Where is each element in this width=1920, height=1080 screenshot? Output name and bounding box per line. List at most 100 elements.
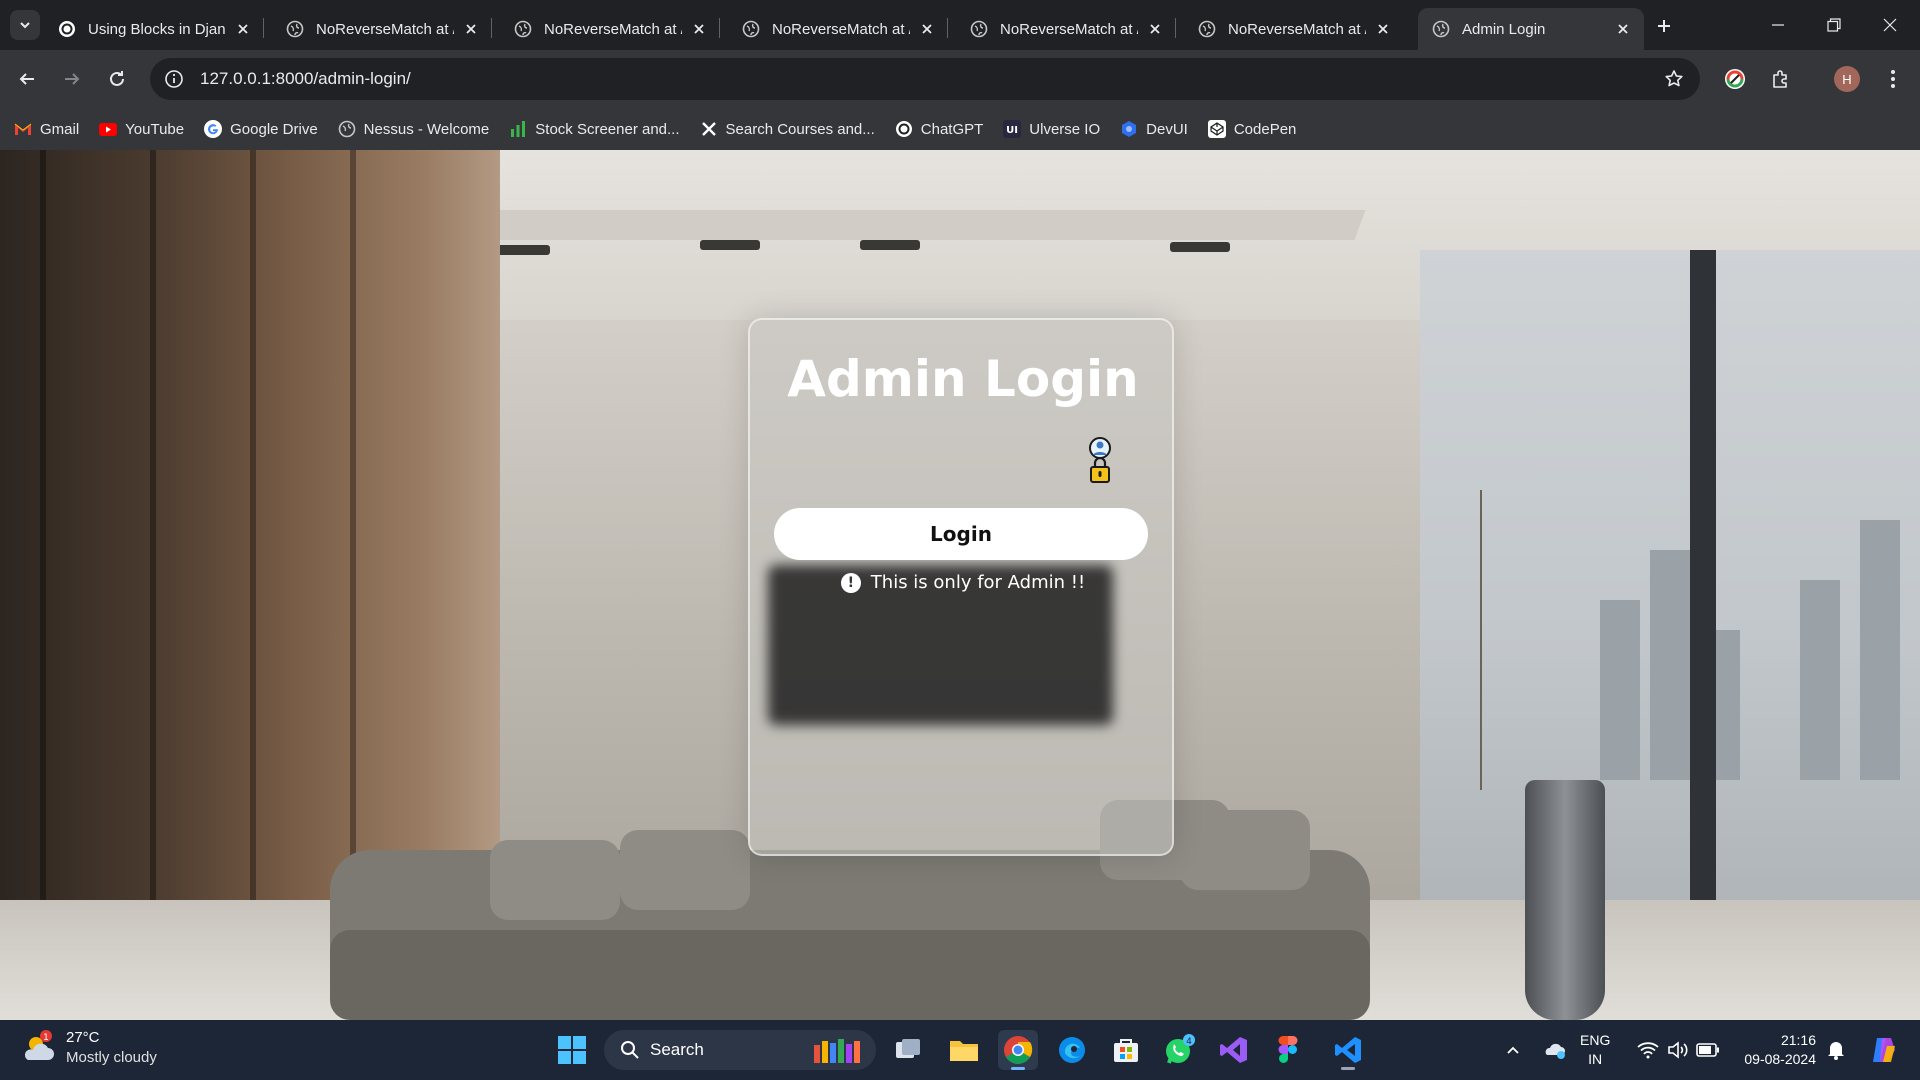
tab-noreversematch-2[interactable]: NoReverseMatch at / [500, 8, 720, 50]
chrome-icon [1004, 1036, 1033, 1064]
bookmark-stock-screener[interactable]: Stock Screener and... [509, 114, 680, 144]
taskbar-task-view[interactable] [888, 1030, 928, 1070]
taskbar-vscode[interactable] [1328, 1030, 1368, 1070]
copilot-button[interactable] [1864, 1020, 1904, 1080]
login-button[interactable]: Login [774, 508, 1148, 560]
start-button[interactable] [556, 1034, 588, 1066]
search-label: Search [650, 1040, 704, 1059]
task-view-icon [896, 1039, 920, 1058]
arrow-right-icon [65, 73, 80, 85]
wifi-icon [1637, 1042, 1659, 1059]
tab-noreversematch-5[interactable]: NoReverseMatch at / [1184, 8, 1404, 50]
taskbar-whatsapp[interactable]: 4 [1160, 1030, 1200, 1070]
address-bar[interactable]: 127.0.0.1:8000/admin-login/ [150, 58, 1700, 100]
globe-icon [970, 20, 988, 38]
close-window-button[interactable] [1862, 0, 1918, 50]
visual-studio-icon [1220, 1037, 1247, 1063]
taskbar-file-explorer[interactable] [944, 1030, 984, 1070]
bookmark-star-icon[interactable] [1664, 69, 1684, 89]
close-icon[interactable] [1614, 20, 1632, 38]
bookmark-codepen[interactable]: CodePen [1207, 114, 1296, 144]
close-icon[interactable] [918, 20, 936, 38]
reload-button[interactable] [101, 63, 133, 95]
gmail-icon [14, 120, 32, 138]
chart-bars-icon [509, 120, 527, 138]
volume-icon [1668, 1041, 1688, 1059]
taskbar-figma[interactable] [1268, 1030, 1308, 1070]
bookmark-nessus[interactable]: Nessus - Welcome [338, 114, 490, 144]
close-icon[interactable] [690, 20, 708, 38]
onedrive-status[interactable] [1540, 1020, 1570, 1080]
extensions-puzzle-icon[interactable] [1766, 64, 1796, 94]
temperature: 27°C [66, 1029, 100, 1046]
close-icon[interactable] [1374, 20, 1392, 38]
cloud-sync-icon [1545, 1043, 1565, 1059]
bookmark-label: Gmail [40, 120, 80, 138]
search-icon [621, 1041, 639, 1059]
url-text[interactable]: 127.0.0.1:8000/admin-login/ [200, 69, 411, 89]
globe-icon [514, 20, 532, 38]
arrow-left-icon [19, 73, 34, 85]
battery-icon [1696, 1043, 1719, 1057]
bookmark-google-drive[interactable]: Google Drive [204, 114, 318, 144]
weather-condition: Mostly cloudy [66, 1049, 157, 1066]
tab-strip: Using Blocks in Django NoReverseMatch at… [0, 0, 1920, 50]
windows-taskbar: 1 27°C Mostly cloudy Search 4 ENG IN 21:… [0, 1020, 1920, 1080]
bookmarks-bar: Gmail YouTube Google Drive Nessus - Welc… [0, 108, 1920, 150]
bookmark-label: Nessus - Welcome [363, 120, 490, 138]
bookmark-gmail[interactable]: Gmail [14, 114, 79, 144]
login-card: Admin Login Login ! This is only for Adm… [748, 318, 1174, 856]
wifi-status[interactable] [1634, 1020, 1662, 1080]
minimize-icon [1772, 24, 1784, 26]
bookmark-search-courses[interactable]: Search Courses and... [700, 114, 875, 144]
chevron-up-icon [1507, 1046, 1519, 1054]
taskbar-search[interactable]: Search [604, 1030, 876, 1070]
close-icon[interactable] [1146, 20, 1164, 38]
bell-icon [1828, 1042, 1844, 1060]
tab-separator [263, 18, 264, 38]
language-indicator[interactable]: ENG IN [1580, 1031, 1610, 1069]
site-info-icon[interactable] [164, 69, 184, 89]
bookmark-label: DevUI [1146, 120, 1188, 138]
close-icon[interactable] [462, 20, 480, 38]
globe-icon [1432, 20, 1450, 38]
globe-icon [742, 20, 760, 38]
tab-using-blocks[interactable]: Using Blocks in Django [44, 8, 264, 50]
show-hidden-icons-button[interactable] [1500, 1020, 1526, 1080]
extension-pen-icon[interactable] [1720, 64, 1750, 94]
vscode-icon [1335, 1037, 1361, 1063]
kebab-menu-icon[interactable] [1878, 64, 1908, 94]
tab-admin-login[interactable]: Admin Login [1418, 8, 1644, 50]
x-logo-icon [700, 120, 718, 138]
bookmark-uiverse[interactable]: UI Ulverse IO [1003, 114, 1100, 144]
battery-status[interactable] [1694, 1020, 1722, 1080]
bookmark-youtube[interactable]: YouTube [99, 114, 184, 144]
back-button[interactable] [11, 63, 43, 95]
volume-status[interactable] [1664, 1020, 1692, 1080]
system-clock[interactable]: 21:16 09-08-2024 [1736, 1031, 1816, 1069]
close-icon[interactable] [234, 20, 252, 38]
tab-noreversematch-3[interactable]: NoReverseMatch at / [728, 8, 948, 50]
restore-button[interactable] [1806, 0, 1862, 50]
taskbar-chrome[interactable] [998, 1030, 1038, 1070]
taskbar-visual-studio[interactable] [1214, 1030, 1254, 1070]
taskbar-store[interactable] [1106, 1030, 1146, 1070]
bookmark-chatgpt[interactable]: ChatGPT [895, 114, 983, 144]
bookmark-devui[interactable]: DevUI [1120, 114, 1188, 144]
notifications-button[interactable] [1822, 1020, 1850, 1080]
tab-separator [491, 18, 492, 38]
taskbar-edge[interactable] [1052, 1030, 1092, 1070]
devui-icon [1120, 120, 1138, 138]
tab-search-button[interactable] [10, 10, 40, 40]
new-tab-button[interactable] [1650, 12, 1678, 40]
weather-widget[interactable]: 1 27°C Mostly cloudy [20, 1028, 157, 1068]
minimize-button[interactable] [1750, 0, 1806, 50]
tab-separator [1175, 18, 1176, 38]
bookmark-label: Stock Screener and... [535, 120, 680, 138]
tab-noreversematch-1[interactable]: NoReverseMatch at / [272, 8, 492, 50]
tab-noreversematch-4[interactable]: NoReverseMatch at / [956, 8, 1176, 50]
codepen-icon [1207, 120, 1226, 138]
profile-avatar[interactable]: H [1834, 66, 1860, 92]
tab-title: Admin Login [1462, 20, 1546, 38]
forward-button[interactable] [56, 63, 88, 95]
